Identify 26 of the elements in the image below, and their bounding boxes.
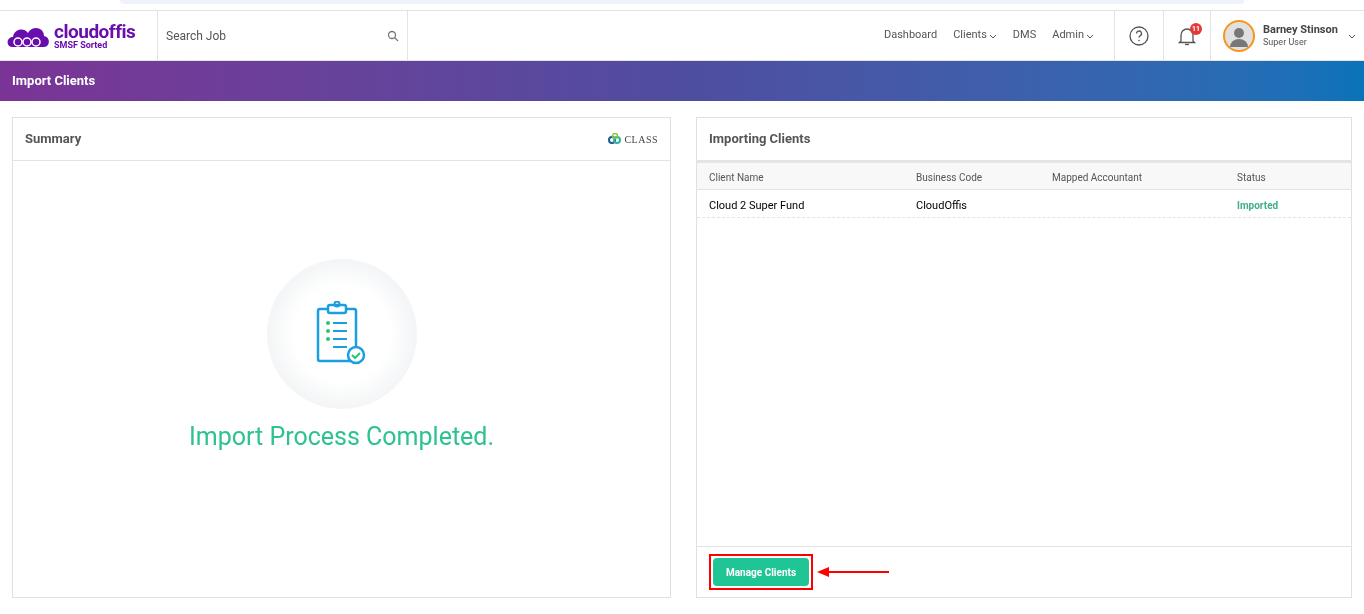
logo-wordmark: cloudoffis [54,21,136,41]
column-header: Status [1237,172,1266,183]
table-cell: CloudOffis [916,198,967,212]
panel-title: Summary [25,130,82,149]
completion-message: Import Process Completed. [188,421,494,453]
arrow-icon [817,567,890,577]
column-header: Business Code [916,172,983,183]
nav-link[interactable]: Admin [1052,27,1094,44]
column-header: Client Name [709,172,764,183]
user-name: Barney Stinson [1263,23,1338,37]
avatar-icon [1223,19,1255,52]
help-icon [1129,25,1149,46]
status-text: Imported [1237,199,1279,211]
user-role: Super User [1263,36,1308,48]
logo-tagline: SMSF Sorted [54,40,109,50]
table-cell: Cloud 2 Super Fund [709,198,805,212]
nav-link[interactable]: Clients [953,27,997,44]
search-field[interactable]: Search Job [166,26,387,45]
column-header: Mapped Accountant [1052,172,1143,183]
page-title: Import Clients [12,72,96,91]
brand-logo-text: CLASS [624,132,658,147]
panel-title: Importing Clients [709,130,811,149]
link-logo-icon [608,133,623,145]
nav-link[interactable]: DMS [1012,27,1037,44]
nav-link[interactable]: Dashboard [883,27,938,44]
search-icon [387,29,399,42]
